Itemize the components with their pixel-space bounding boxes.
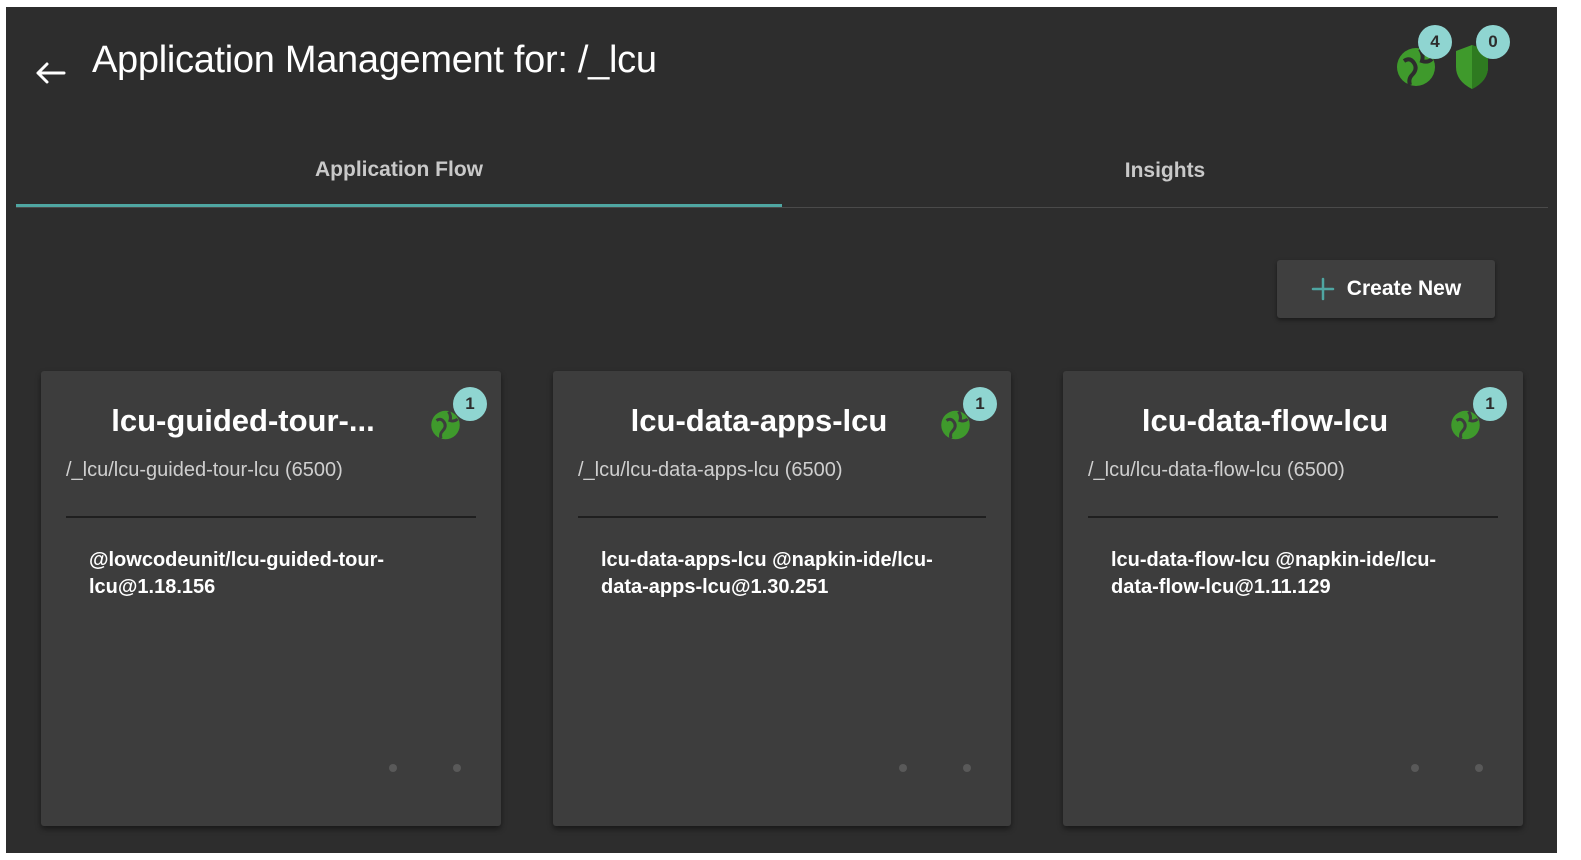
tab-insights[interactable]: Insights xyxy=(782,135,1548,207)
card-action-dot[interactable] xyxy=(1475,764,1483,772)
card-status[interactable]: 1 xyxy=(939,387,1003,451)
app-card[interactable]: lcu-data-flow-lcu 1 /_lcu/lcu-data-flow-… xyxy=(1063,371,1523,826)
card-status[interactable]: 1 xyxy=(1449,387,1513,451)
page-header: Application Management for: /_lcu 4 0 xyxy=(6,7,1557,127)
card-badge: 1 xyxy=(963,387,997,421)
card-actions xyxy=(389,764,461,772)
card-title: lcu-data-flow-lcu xyxy=(1141,403,1389,438)
card-divider xyxy=(66,516,476,518)
card-action-dot[interactable] xyxy=(453,764,461,772)
card-title: lcu-guided-tour-... xyxy=(111,403,375,438)
card-subtitle: /_lcu/lcu-data-flow-lcu (6500) xyxy=(1088,459,1345,481)
plus-icon xyxy=(1311,277,1335,301)
card-divider xyxy=(578,516,986,518)
create-new-label: Create New xyxy=(1346,277,1462,300)
shield-status-count: 0 xyxy=(1476,25,1510,59)
card-subtitle: /_lcu/lcu-guided-tour-lcu (6500) xyxy=(66,459,343,481)
card-divider xyxy=(1088,516,1498,518)
card-action-dot[interactable] xyxy=(899,764,907,772)
card-status[interactable]: 1 xyxy=(429,387,493,451)
globe-status-count: 4 xyxy=(1418,25,1452,59)
tab-application-flow[interactable]: Application Flow xyxy=(16,135,782,207)
tab-bar: Application Flow Insights xyxy=(16,135,1548,208)
page-title: Application Management for: /_lcu xyxy=(92,39,657,81)
card-action-dot[interactable] xyxy=(1411,764,1419,772)
card-actions xyxy=(1411,764,1483,772)
app-card[interactable]: lcu-guided-tour-... 1 /_lcu/lcu-guided-t… xyxy=(41,371,501,826)
card-badge: 1 xyxy=(453,387,487,421)
card-package: lcu-data-apps-lcu @napkin-ide/lcu-data-a… xyxy=(601,549,933,598)
create-new-button[interactable]: Create New xyxy=(1277,260,1495,318)
card-package: lcu-data-flow-lcu @napkin-ide/lcu-data-f… xyxy=(1111,549,1437,598)
card-action-dot[interactable] xyxy=(389,764,397,772)
card-action-dot[interactable] xyxy=(963,764,971,772)
app-window: Application Management for: /_lcu 4 0 Ap… xyxy=(6,7,1557,853)
app-card[interactable]: lcu-data-apps-lcu 1 /_lcu/lcu-data-apps-… xyxy=(553,371,1011,826)
card-actions xyxy=(899,764,971,772)
card-package: @lowcodeunit/lcu-guided-tour-lcu@1.18.15… xyxy=(89,549,385,598)
card-badge: 1 xyxy=(1473,387,1507,421)
arrow-left-icon xyxy=(36,62,66,84)
back-button[interactable] xyxy=(30,53,70,93)
card-subtitle: /_lcu/lcu-data-apps-lcu (6500) xyxy=(578,459,843,481)
card-title: lcu-data-apps-lcu xyxy=(630,403,888,438)
